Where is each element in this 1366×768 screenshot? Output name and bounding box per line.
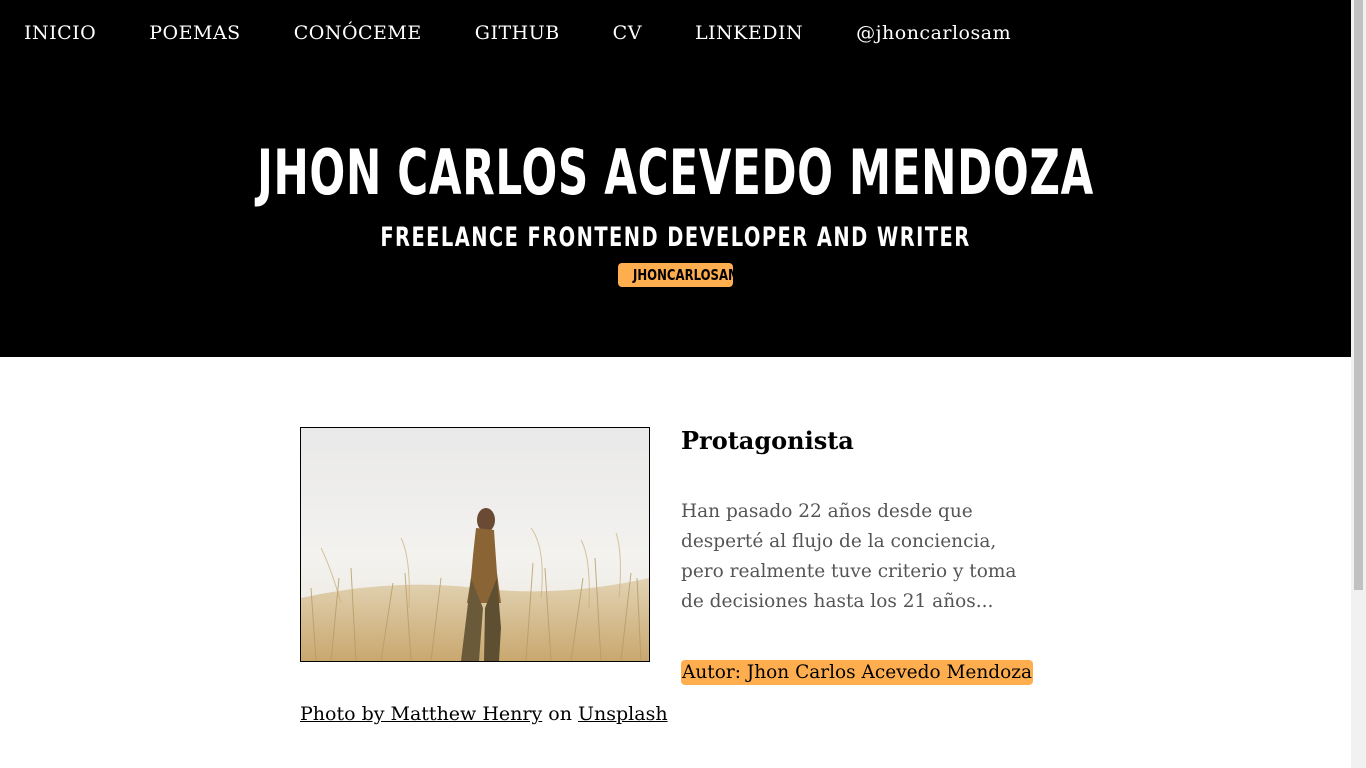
post-photo[interactable] <box>300 427 650 662</box>
author-tag: Autor: Jhon Carlos Acevedo Mendoza <box>681 660 1034 685</box>
poem-title[interactable]: Protagonista <box>681 426 854 455</box>
nav-link-cv[interactable]: CV <box>613 22 642 44</box>
poem-excerpt: Han pasado 22 años desde que desperté al… <box>681 501 1017 612</box>
nav-link-twitter-handle[interactable]: @jhoncarlosam <box>856 22 1011 44</box>
scrollbar-thumb[interactable] <box>1354 0 1363 590</box>
nav-link-poemas[interactable]: POEMAS <box>149 22 240 44</box>
nav-link-conoceme[interactable]: CONÓCEME <box>294 22 422 44</box>
page-scrollbar[interactable] <box>1351 0 1366 768</box>
nav-link-linkedin[interactable]: LINKEDIN <box>695 22 803 44</box>
username-badge-label: JHONCARLOSAM <box>633 266 740 284</box>
top-nav: INICIO POEMAS CONÓCEME GITHUB CV LINKEDI… <box>24 22 1064 44</box>
site-header: INICIO POEMAS CONÓCEME GITHUB CV LINKEDI… <box>0 0 1351 357</box>
hero-subtitle: FREELANCE FRONTEND DEVELOPER AND WRITER <box>380 222 971 253</box>
unsplash-link[interactable]: Unsplash <box>578 703 668 725</box>
photo-credit: Photo by Matthew Henry on Unsplash <box>300 703 668 725</box>
wheat-field-photo <box>301 428 649 661</box>
credit-separator: on <box>548 703 572 725</box>
hero-badge-container: JHONCARLOSAM <box>0 263 1351 287</box>
nav-link-inicio[interactable]: INICIO <box>24 22 96 44</box>
nav-link-github[interactable]: GITHUB <box>475 22 560 44</box>
username-badge[interactable]: JHONCARLOSAM <box>618 263 740 287</box>
photographer-link[interactable]: Photo by Matthew Henry <box>300 703 542 725</box>
hero-title: JHON CARLOS ACEVEDO MENDOZA <box>257 136 1094 209</box>
